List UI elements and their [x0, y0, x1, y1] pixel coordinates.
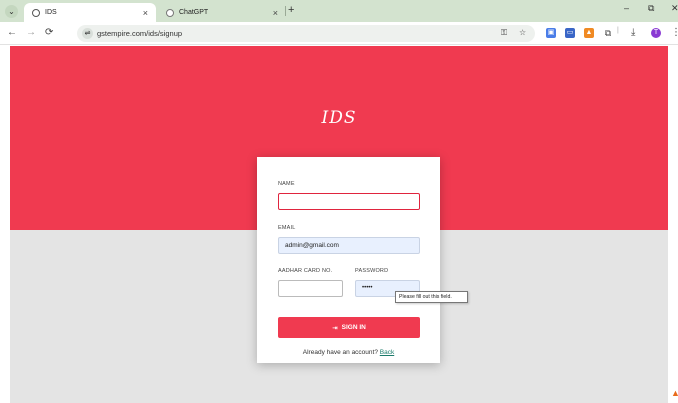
profile-avatar-icon[interactable]: T [651, 28, 661, 38]
tab-title: IDS [45, 9, 57, 16]
tab-search-button[interactable]: ⌄ [5, 5, 18, 18]
tab-divider [285, 6, 286, 16]
menu-kebab-icon[interactable]: ⋮ [671, 27, 678, 38]
brand-logo: IDS [321, 108, 357, 128]
page-margin [0, 46, 10, 403]
chatgpt-icon [166, 8, 174, 17]
tab-title: ChatGPT [179, 9, 209, 16]
corner-badge-icon[interactable]: ▲ [671, 388, 678, 398]
account-prompt: Already have an account? Back [257, 349, 440, 356]
back-link[interactable]: Back [380, 349, 394, 356]
password-label: PASSWORD [355, 268, 389, 274]
validation-tooltip: Please fill out this field. [395, 291, 468, 303]
close-tab-icon[interactable]: × [143, 8, 148, 18]
page-content: IDS NAME EMAIL admin@gmail.com AADHAR CA… [0, 46, 678, 403]
tab-ids[interactable]: IDS × [24, 3, 156, 22]
page-margin [668, 46, 678, 403]
bookmark-star-icon[interactable]: ☆ [519, 28, 526, 37]
minimize-button[interactable]: – [624, 3, 629, 13]
restore-button[interactable]: ⧉ [648, 3, 654, 14]
aadhar-label: AADHAR CARD NO. [278, 268, 333, 274]
close-window-button[interactable]: ✕ [671, 3, 678, 14]
close-tab-icon[interactable]: × [273, 8, 278, 18]
reload-icon[interactable]: ⟳ [45, 27, 53, 38]
forward-arrow-icon[interactable]: → [26, 27, 36, 38]
new-tab-button[interactable]: + [288, 4, 294, 16]
name-label: NAME [278, 181, 295, 187]
extensions-puzzle-icon[interactable]: ⧉ [603, 28, 613, 38]
back-arrow-icon[interactable]: ← [7, 27, 17, 38]
tab-strip: ⌄ IDS × ChatGPT × + – ⧉ ✕ [0, 0, 678, 22]
download-icon[interactable]: ⤓ [631, 27, 635, 38]
extension-icon[interactable]: ▭ [565, 28, 575, 38]
sign-in-icon: ⇥ [332, 324, 338, 332]
email-input[interactable]: admin@gmail.com [278, 237, 420, 254]
email-label: EMAIL [278, 225, 296, 231]
sign-in-label: SIGN IN [341, 324, 366, 331]
aadhar-input[interactable] [278, 280, 343, 297]
sign-in-button[interactable]: ⇥ SIGN IN [278, 317, 420, 338]
site-info-icon[interactable]: ⇌ [82, 28, 93, 39]
address-bar[interactable]: ⇌ gstempire.com/ids/signup ⚿ ☆ [77, 25, 535, 42]
account-prompt-text: Already have an account? [302, 349, 378, 356]
signup-form-card: NAME EMAIL admin@gmail.com AADHAR CARD N… [257, 157, 440, 363]
password-key-icon[interactable]: ⚿ [501, 28, 507, 38]
globe-icon [32, 8, 40, 17]
toolbar-divider: | [617, 27, 619, 34]
metamask-icon[interactable]: ▲ [584, 28, 594, 38]
name-input[interactable] [278, 193, 420, 210]
browser-toolbar: ← → ⟳ ⇌ gstempire.com/ids/signup ⚿ ☆ ▣ ▭… [0, 22, 678, 45]
url-text[interactable]: gstempire.com/ids/signup [97, 29, 182, 38]
tab-chatgpt[interactable]: ChatGPT × [158, 3, 286, 22]
extension-icon[interactable]: ▣ [546, 28, 556, 38]
